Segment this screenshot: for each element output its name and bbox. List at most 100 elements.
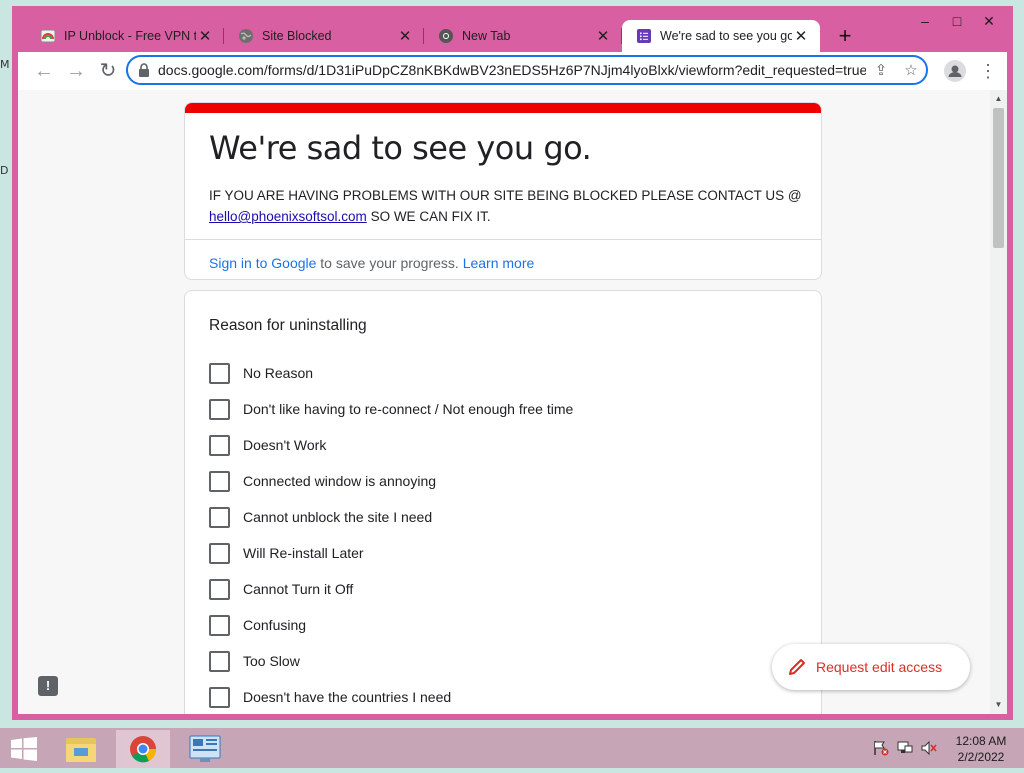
url-text[interactable]: docs.google.com/forms/d/1D31iPuDpCZ8nKBK… xyxy=(158,62,866,78)
contact-email-link[interactable]: hello@phoenixsoftsol.com xyxy=(209,209,367,224)
person-icon xyxy=(948,65,962,77)
tab-title: We're sad to see you go. xyxy=(660,29,792,43)
system-clock[interactable]: 12:08 AM 2/2/2022 xyxy=(946,733,1016,765)
learn-more-link[interactable]: Learn more xyxy=(463,255,535,271)
chrome-icon xyxy=(439,29,453,43)
description-text: IF YOU ARE HAVING PROBLEMS WITH OUR SITE… xyxy=(209,188,802,203)
checkbox-option[interactable]: Cannot unblock the site I need xyxy=(209,505,432,529)
checkbox[interactable] xyxy=(209,506,230,528)
clock-date: 2/2/2022 xyxy=(957,750,1005,764)
speaker-muted-icon[interactable] xyxy=(920,740,938,756)
profile-avatar-icon[interactable] xyxy=(944,60,966,82)
option-label: No Reason xyxy=(243,365,314,381)
vertical-scrollbar[interactable]: ▲ ▼ xyxy=(990,90,1007,714)
divider xyxy=(185,239,821,240)
option-label: Too Slow xyxy=(243,653,300,669)
checkbox[interactable] xyxy=(209,470,230,492)
tab-strip: IP Unblock - Free VPN to ✕ Site Blocked … xyxy=(12,6,1013,52)
checkbox-option[interactable]: Too Slow xyxy=(209,649,300,673)
checkbox-option[interactable]: Will Re-install Later xyxy=(209,541,364,565)
question-title: Reason for uninstalling xyxy=(209,317,367,334)
rainbow-favicon-icon xyxy=(40,29,56,43)
tab-google-form[interactable]: We're sad to see you go. ✕ xyxy=(622,20,820,52)
feedback-button[interactable]: ! xyxy=(38,676,58,696)
description-text: SO WE CAN FIX IT. xyxy=(370,209,491,224)
checkbox-option[interactable]: Connected window is annoying xyxy=(209,469,436,493)
tab-ip-unblock[interactable]: IP Unblock - Free VPN to ✕ xyxy=(26,20,224,52)
close-icon[interactable]: ✕ xyxy=(792,27,810,45)
google-forms-icon xyxy=(637,29,651,43)
control-panel-taskbar-button[interactable] xyxy=(178,730,232,768)
form-description: IF YOU ARE HAVING PROBLEMS WITH OUR SITE… xyxy=(209,185,809,227)
form-title: We're sad to see you go. xyxy=(209,129,592,167)
scroll-up-arrow-icon[interactable]: ▲ xyxy=(990,92,1007,106)
checkbox-option[interactable]: Doesn't Work xyxy=(209,433,326,457)
lock-icon xyxy=(139,63,149,77)
more-menu-icon[interactable]: ⋮ xyxy=(978,58,998,84)
desktop-icon-label-fragment: M xyxy=(0,58,10,71)
checkbox[interactable] xyxy=(209,434,230,456)
form-header-card: We're sad to see you go. IF YOU ARE HAVI… xyxy=(184,102,822,280)
checkbox[interactable] xyxy=(209,362,230,384)
checkbox[interactable] xyxy=(209,542,230,564)
tab-new-tab[interactable]: New Tab ✕ xyxy=(424,20,622,52)
new-tab-button[interactable]: + xyxy=(832,24,858,50)
signin-text: to save your progress. xyxy=(320,255,459,271)
globe-icon xyxy=(239,29,253,43)
tab-site-blocked[interactable]: Site Blocked ✕ xyxy=(224,20,424,52)
desktop-icon-label-fragment: D xyxy=(0,164,9,177)
request-edit-access-button[interactable]: Request edit access xyxy=(772,644,970,690)
browser-toolbar: ← → ↻ docs.google.com/forms/d/1D31iPuDpC… xyxy=(18,52,1007,90)
checkbox[interactable] xyxy=(209,578,230,600)
checkbox[interactable] xyxy=(209,650,230,672)
checkbox[interactable] xyxy=(209,686,230,708)
scroll-down-arrow-icon[interactable]: ▼ xyxy=(990,698,1007,712)
pencil-icon xyxy=(789,659,805,675)
tab-title: Site Blocked xyxy=(262,29,332,43)
chrome-icon xyxy=(130,736,157,763)
option-label: Don't like having to re-connect / Not en… xyxy=(243,401,574,417)
option-label: Cannot Turn it Off xyxy=(243,581,354,597)
option-label: Connected window is annoying xyxy=(243,473,437,489)
windows-start-icon[interactable] xyxy=(10,737,38,761)
form-accent-bar xyxy=(185,103,821,113)
question-card: Reason for uninstalling No Reason Don't … xyxy=(184,290,822,714)
forward-arrow-icon[interactable]: → xyxy=(64,59,88,83)
share-icon[interactable]: ⇪ xyxy=(866,61,896,79)
checkbox-option[interactable]: No Reason xyxy=(209,361,313,385)
option-label: Will Re-install Later xyxy=(243,545,364,561)
page-content: We're sad to see you go. IF YOU ARE HAVI… xyxy=(18,90,1007,714)
minimize-button[interactable]: – xyxy=(910,10,940,32)
signin-notice: Sign in to Google to save your progress.… xyxy=(209,255,534,271)
chrome-taskbar-button[interactable] xyxy=(116,730,170,768)
close-icon[interactable]: ✕ xyxy=(396,27,414,45)
option-label: Cannot unblock the site I need xyxy=(243,509,433,525)
reload-icon[interactable]: ↻ xyxy=(96,59,120,83)
maximize-button[interactable]: □ xyxy=(942,10,972,32)
scrollbar-thumb[interactable] xyxy=(993,108,1004,248)
option-label: Confusing xyxy=(243,617,307,633)
checkbox-option[interactable]: Cannot Turn it Off xyxy=(209,577,353,601)
taskbar: 12:08 AM 2/2/2022 xyxy=(0,728,1024,768)
close-icon[interactable]: ✕ xyxy=(196,27,214,45)
tab-title: New Tab xyxy=(462,29,511,43)
control-panel-icon xyxy=(189,735,221,762)
folder-icon xyxy=(66,738,96,762)
back-arrow-icon[interactable]: ← xyxy=(32,59,56,83)
file-explorer-taskbar-button[interactable] xyxy=(54,730,108,768)
request-edit-label: Request edit access xyxy=(816,659,943,675)
star-bookmark-icon[interactable]: ☆ xyxy=(896,61,926,79)
checkbox-option[interactable]: Confusing xyxy=(209,613,306,637)
checkbox[interactable] xyxy=(209,614,230,636)
checkbox[interactable] xyxy=(209,398,230,420)
close-window-button[interactable]: ✕ xyxy=(974,10,1004,32)
action-center-flag-icon[interactable] xyxy=(872,740,890,756)
signin-link[interactable]: Sign in to Google xyxy=(209,255,316,271)
close-icon[interactable]: ✕ xyxy=(594,27,612,45)
network-icon[interactable] xyxy=(896,740,914,756)
checkbox-option[interactable]: Doesn't have the countries I need xyxy=(209,685,451,709)
address-bar[interactable]: docs.google.com/forms/d/1D31iPuDpCZ8nKBK… xyxy=(126,55,928,85)
option-label: Doesn't Work xyxy=(243,437,327,453)
checkbox-option[interactable]: Don't like having to re-connect / Not en… xyxy=(209,397,573,421)
browser-window: IP Unblock - Free VPN to ✕ Site Blocked … xyxy=(12,6,1013,720)
